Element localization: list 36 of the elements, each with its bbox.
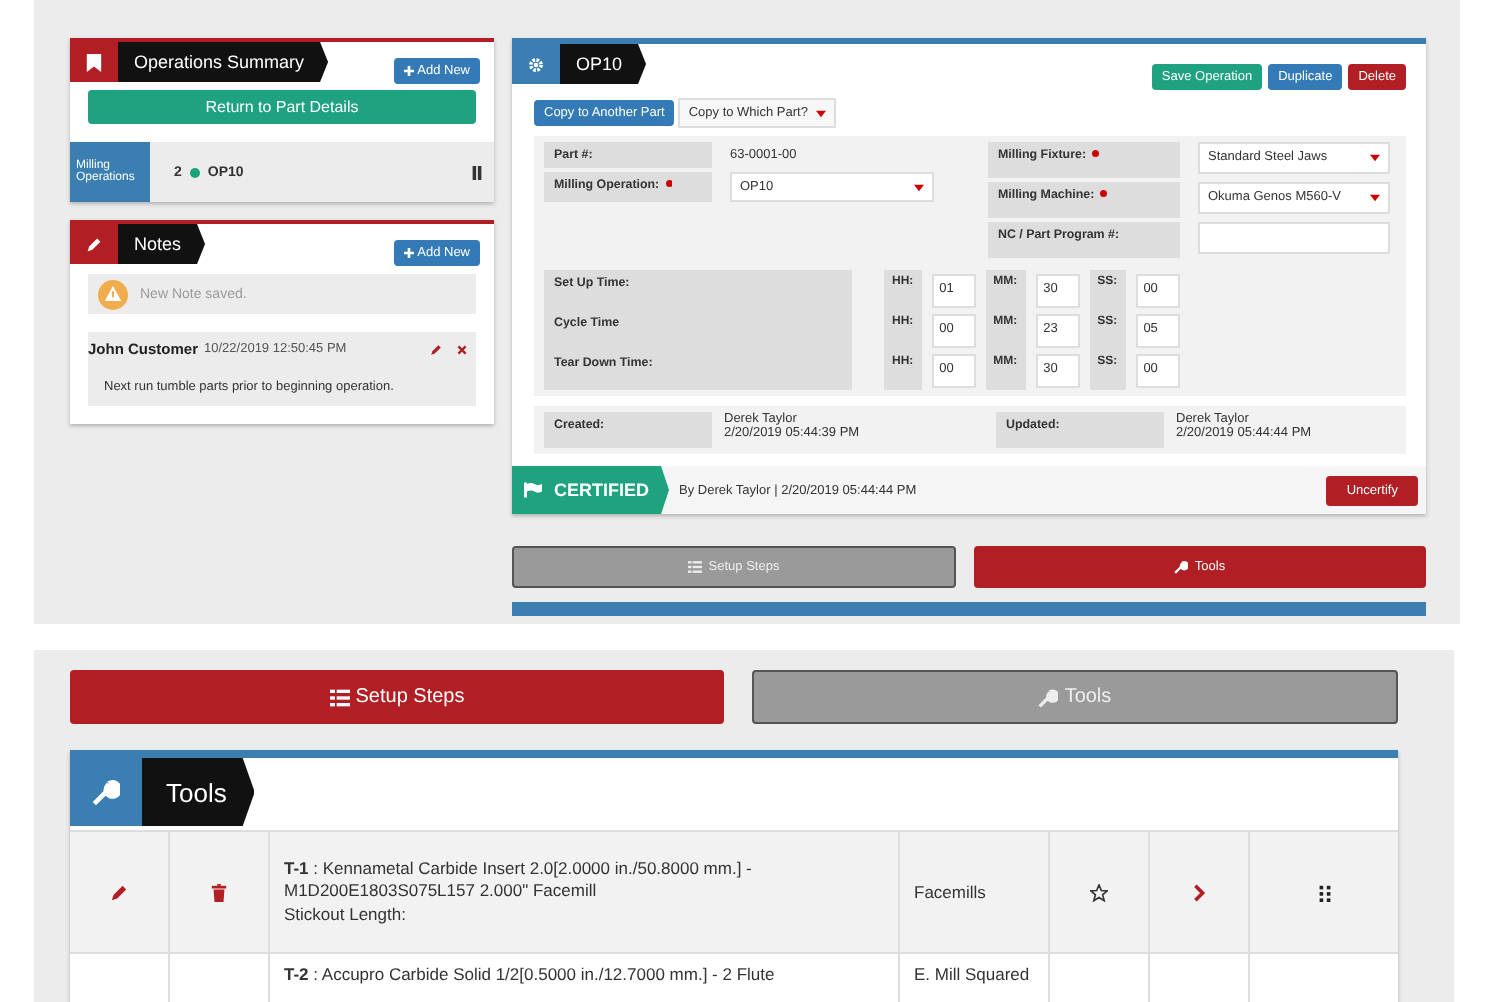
chevron-right-icon[interactable] — [1190, 883, 1208, 901]
plus-icon — [403, 65, 414, 75]
drag-handle-icon[interactable] — [1315, 883, 1333, 901]
list-icon — [688, 560, 703, 574]
stickout-label: Stickout Length: — [284, 903, 406, 926]
tool-description: T-1 : Kennametal Carbide Insert 2.0[2.0000 in./50.8000 mm.] - M1D200E1803S075L157 2.000" Facemill — [284, 858, 754, 904]
drag-handle-icon[interactable] — [472, 165, 482, 179]
panel-title: Tools — [142, 758, 255, 826]
gear-icon — [528, 55, 544, 73]
caret-icon — [815, 109, 826, 117]
warning-icon — [98, 279, 128, 309]
pencil-icon — [86, 235, 102, 253]
pencil-icon[interactable] — [430, 343, 442, 355]
tool-category: E. Mill Squared — [914, 964, 1030, 984]
star-icon[interactable] — [1090, 883, 1108, 901]
wrench-icon — [92, 778, 120, 806]
list-icon — [329, 687, 350, 707]
plus-icon — [403, 247, 414, 257]
close-icon[interactable] — [456, 343, 468, 355]
section-tab[interactable]: Setup Steps — [70, 670, 724, 724]
input-field[interactable] — [1198, 222, 1390, 254]
caret-icon — [1370, 194, 1380, 202]
bookmark-icon — [86, 53, 102, 71]
wrench-icon — [1174, 560, 1189, 574]
panel-title: OP10 — [560, 44, 647, 84]
wrench-icon — [1038, 687, 1059, 707]
caret-icon — [1370, 154, 1380, 162]
flag-icon — [524, 482, 542, 498]
panel-title: Operations Summary — [118, 42, 329, 82]
caret-icon — [914, 183, 924, 191]
trash-icon[interactable] — [210, 883, 228, 901]
tool-category: Facemills — [914, 882, 986, 902]
pencil-icon[interactable] — [110, 883, 128, 901]
certified-badge: CERTIFIED — [512, 466, 670, 514]
tool-description: T-2 : Accupro Carbide Solid 1/2[0.5000 in./12.7000 mm.] - 2 Flute — [284, 964, 775, 987]
panel-title: Notes — [118, 224, 206, 264]
